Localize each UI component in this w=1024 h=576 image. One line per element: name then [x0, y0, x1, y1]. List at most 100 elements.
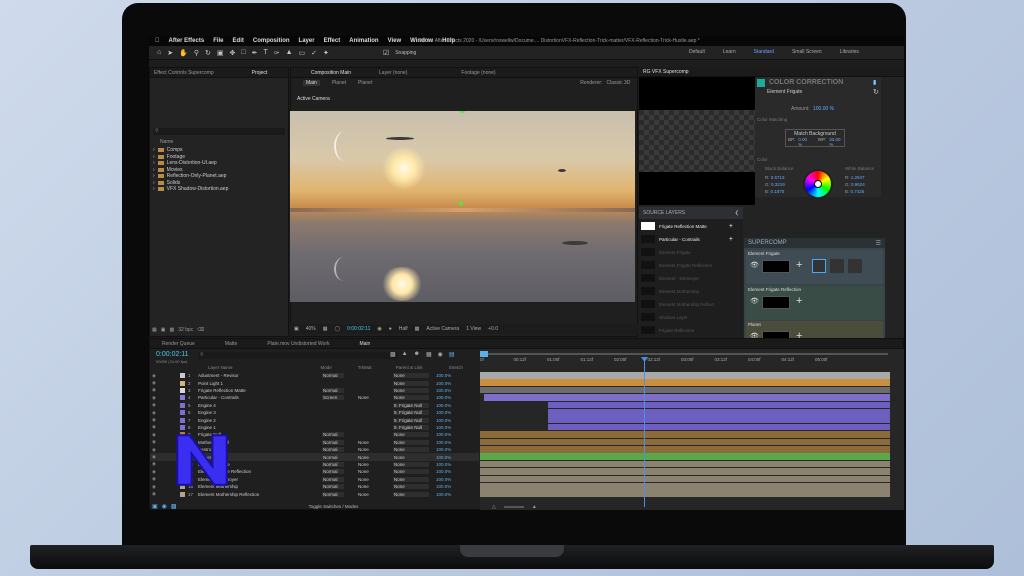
mode-select[interactable]: Normal [322, 432, 344, 438]
layer-name[interactable]: Frigate Reflection Matte [198, 388, 308, 393]
table-row[interactable]: ◉ 3 Frigate Reflection Matte Normal None 100.… [150, 387, 479, 394]
layer-bar[interactable] [548, 416, 890, 423]
eye-icon[interactable]: ◉ [152, 484, 158, 490]
roi-icon[interactable]: ▩ [415, 326, 420, 332]
layer-bar[interactable] [480, 475, 890, 483]
timeline-track-area[interactable]: 0f 00:12f 01:00f 01:12f 02:00f 02:12f 03:00f 03… [480, 349, 904, 510]
label-color[interactable] [180, 402, 185, 408]
parent-select[interactable]: None [393, 447, 429, 453]
source-layer-item[interactable]: Frigate Reflection Matte + [641, 220, 733, 232]
stretch-value[interactable]: 100.0% [436, 373, 451, 378]
mode-select[interactable]: Normal [322, 373, 344, 379]
mode-select[interactable] [322, 410, 344, 415]
eye-icon[interactable]: ◉ [152, 380, 158, 386]
parent-select[interactable]: None [393, 484, 429, 490]
trkmat-select[interactable]: None [358, 492, 380, 497]
mode-select[interactable]: Normal [322, 484, 344, 490]
app-name[interactable]: After Effects [169, 38, 205, 44]
layer-bar[interactable] [480, 483, 890, 490]
subtab-planet[interactable]: Planet [332, 80, 346, 86]
menu-edit[interactable]: Edit [233, 38, 244, 44]
expand-icon[interactable]: ▩ [171, 503, 177, 510]
bpc-label[interactable]: 32 bpc [178, 327, 193, 333]
mode-select[interactable] [322, 381, 344, 386]
reset-icon[interactable]: ↻ [873, 88, 879, 96]
mode-select[interactable]: Normal [322, 461, 344, 467]
menu-view[interactable]: View [388, 38, 402, 44]
label-color[interactable] [180, 373, 185, 379]
type-tool-icon[interactable]: T [263, 49, 267, 56]
layer-bar[interactable] [548, 401, 890, 409]
toggle-switches-modes[interactable]: Toggle Switches / Modes [309, 504, 359, 509]
table-row[interactable]: ◉ 1 Adustment - Revisor Normal None 100.0% [150, 372, 479, 379]
trkmat-select[interactable]: None [358, 477, 380, 482]
source-layer-item[interactable]: Element Mothership Reflect [641, 298, 733, 310]
rectangle-tool-icon[interactable]: □ [241, 49, 245, 56]
copy-icon[interactable]: ▮ [873, 79, 876, 86]
layer-bar[interactable] [484, 394, 890, 401]
wp-value[interactable]: 33.00 % [829, 137, 844, 147]
col-trkmat[interactable]: TrkMat [358, 365, 372, 371]
pen-tool-icon[interactable]: ✒ [252, 49, 258, 57]
label-color[interactable] [180, 491, 185, 497]
home-icon[interactable]: ⌂ [157, 49, 161, 56]
label-color[interactable] [180, 417, 185, 423]
parent-select[interactable]: 9. Frigate Null [393, 417, 429, 423]
parent-select[interactable]: None [393, 476, 429, 482]
stretch-value[interactable]: 100.0% [436, 492, 451, 497]
stamp-tool-icon[interactable]: ▲ [286, 49, 293, 56]
layer-name[interactable]: Engine 2 [198, 418, 308, 423]
workspace-default[interactable]: Default [689, 49, 705, 55]
layer-bar[interactable] [480, 379, 890, 386]
tab-matte[interactable]: Matte [225, 341, 238, 347]
tab-layer[interactable]: Layer (none) [379, 70, 407, 76]
view-camera[interactable]: Active Camera [426, 326, 459, 332]
stretch-value[interactable]: 100.0% [436, 469, 451, 474]
stretch-value[interactable]: 100.0% [436, 425, 451, 430]
brush-tool-icon[interactable]: ✑ [274, 49, 280, 57]
mode-select[interactable] [322, 403, 344, 408]
eye-icon[interactable]: ◉ [152, 424, 158, 430]
amount-value[interactable]: 100.00 % [813, 106, 834, 112]
stretch-value[interactable]: 100.0% [436, 447, 451, 452]
eye-icon[interactable]: ◉ [152, 417, 158, 423]
eye-icon[interactable]: ◉ [152, 454, 158, 460]
trkmat-select[interactable] [358, 425, 380, 430]
menu-layer[interactable]: Layer [299, 38, 315, 44]
layer-bar[interactable] [480, 386, 890, 394]
stretch-value[interactable]: 100.0% [436, 403, 451, 408]
workspace-standard[interactable]: Standard [754, 49, 774, 55]
col-mode[interactable]: Mode [321, 365, 332, 371]
col-layer-name[interactable]: Layer Name [208, 365, 233, 371]
render-time-icon[interactable]: ◉ [162, 503, 167, 510]
layer-name[interactable]: Adustment - Revisor [198, 373, 308, 378]
trkmat-select[interactable]: None [358, 469, 380, 474]
layer-bar[interactable] [480, 431, 890, 438]
parent-select[interactable]: 9. Frigate Null [393, 402, 429, 408]
menu-composition[interactable]: Composition [253, 38, 290, 44]
color-wheel-handle[interactable] [814, 180, 822, 188]
mode-select[interactable]: Normal [322, 476, 344, 482]
table-row[interactable]: ◉ 2 Point Light 1 None 100.0% [150, 379, 479, 386]
shy-icon[interactable]: ☻ [414, 351, 420, 358]
eraser-tool-icon[interactable]: ▭ [299, 49, 306, 57]
puppet-tool-icon[interactable]: ✦ [323, 49, 329, 57]
tab-project[interactable]: Project [252, 70, 268, 76]
frame-blend-icon[interactable]: ▦ [426, 351, 432, 358]
eye-icon[interactable]: ◉ [152, 447, 158, 453]
trkmat-select[interactable]: None [358, 484, 380, 489]
col-parent[interactable]: Parent & Link [396, 365, 423, 371]
trkmat-select[interactable]: None [358, 462, 380, 467]
eye-icon[interactable]: ◉ [152, 461, 158, 467]
project-search-input[interactable]: ⚲ [153, 128, 285, 135]
stretch-value[interactable]: 100.0% [436, 395, 451, 400]
comp-viewer-canvas[interactable]: ✙ [290, 111, 635, 302]
eye-icon[interactable]: ◉ [152, 373, 158, 379]
parent-select[interactable]: None [393, 439, 429, 445]
bp-value[interactable]: 0.00 % [798, 137, 811, 147]
trkmat-select[interactable] [358, 373, 380, 378]
stretch-value[interactable]: 100.0% [436, 381, 451, 386]
parent-select[interactable]: None [393, 380, 429, 386]
workspace-small-screen[interactable]: Small Screen [792, 49, 822, 55]
trkmat-select[interactable] [358, 418, 380, 423]
